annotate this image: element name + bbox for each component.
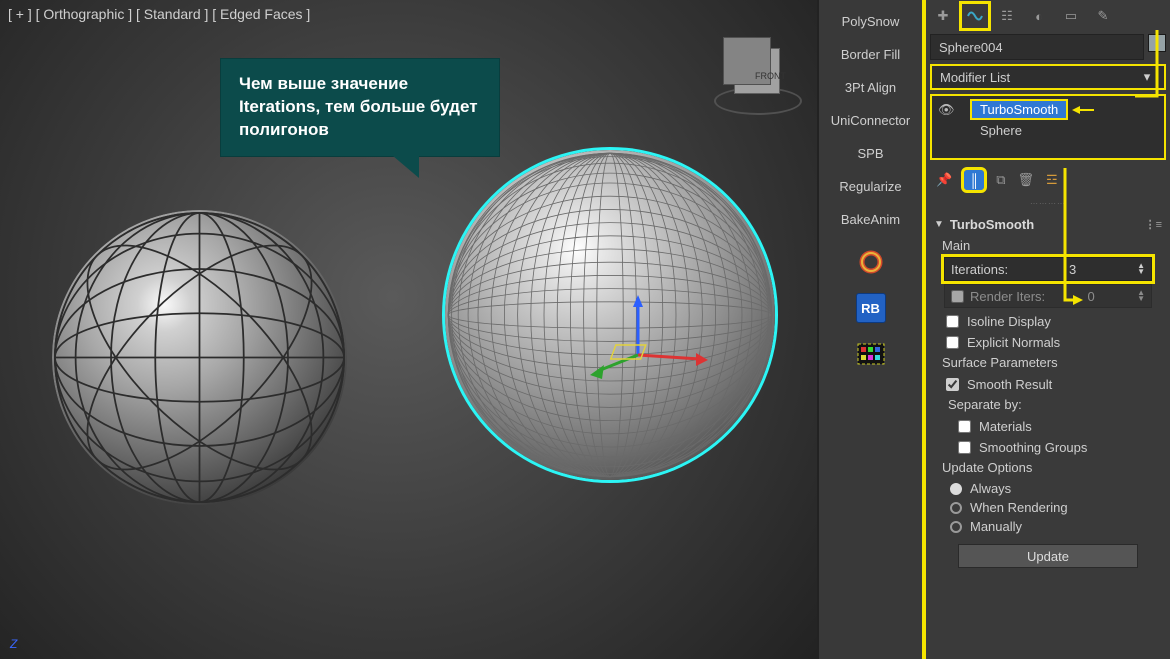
object-name-field[interactable] — [930, 34, 1144, 60]
tab-create[interactable]: ✚ — [930, 4, 956, 28]
viewport[interactable]: [ + ] [ Orthographic ] [ Standard ] [ Ed… — [0, 0, 818, 659]
pin-icon[interactable]: 📌 — [936, 172, 952, 188]
smooth-result-label: Smooth Result — [967, 377, 1052, 392]
explicit-normals-checkbox[interactable] — [946, 336, 959, 349]
rollout-header[interactable]: ▼ TurboSmooth ⋮≡ — [934, 213, 1162, 236]
sep-smgroups-label: Smoothing Groups — [979, 440, 1087, 455]
spinner-arrows-icon[interactable]: ▲▼ — [1137, 290, 1145, 302]
viewcube-label: FRONT — [755, 71, 786, 81]
tab-motion[interactable]: ◐ — [1026, 4, 1052, 28]
stack-toolbar: 📌 ║ ⧉ 🗑 ☲ — [930, 164, 1166, 196]
tab-hierarchy[interactable]: ☷ — [994, 4, 1020, 28]
spinner-arrows-icon[interactable]: ▲▼ — [1137, 263, 1145, 275]
viewport-label[interactable]: [ + ] [ Orthographic ] [ Standard ] [ Ed… — [8, 6, 310, 22]
update-always-label: Always — [970, 481, 1011, 496]
separate-by-label: Separate by: — [948, 397, 1162, 412]
explicit-normals-check[interactable]: Explicit Normals — [934, 332, 1162, 353]
smooth-result-check[interactable]: Smooth Result — [934, 374, 1162, 395]
iterations-label: Iterations: — [951, 262, 1008, 277]
tool-donut-icon[interactable] — [856, 247, 886, 277]
tool-regularize[interactable]: Regularize — [825, 175, 917, 198]
stack-item-turbosmooth[interactable]: 👁 TurboSmooth — [936, 100, 1160, 119]
tool-uniconnector[interactable]: UniConnector — [825, 109, 917, 132]
isoline-check[interactable]: Isoline Display — [934, 311, 1162, 332]
tab-display[interactable]: ▭ — [1058, 4, 1084, 28]
tool-polysnow[interactable]: PolySnow — [825, 10, 917, 33]
update-always-radio[interactable]: Always — [934, 479, 1162, 498]
smooth-result-checkbox[interactable] — [946, 378, 959, 391]
show-end-result-icon[interactable]: ║ — [964, 170, 984, 190]
explicit-normals-label: Explicit Normals — [967, 335, 1060, 350]
render-iters-label: Render Iters: — [970, 289, 1045, 304]
command-tabs: ✚ ☷ ◐ ▭ ✎ — [930, 2, 1166, 30]
modifier-list-label: Modifier List — [940, 70, 1010, 85]
sep-materials-check[interactable]: Materials — [934, 416, 1162, 437]
sep-smgroups-checkbox[interactable] — [958, 441, 971, 454]
tab-modify[interactable] — [962, 4, 988, 28]
group-surface: Surface Parameters — [942, 355, 1162, 370]
world-axis-icon: Z — [10, 637, 17, 651]
tool-spb[interactable]: SPB — [825, 142, 917, 165]
script-toolbar: PolySnow Border Fill 3Pt Align UniConnec… — [818, 0, 926, 659]
tool-rb-icon[interactable]: RB — [856, 293, 886, 323]
modifier-list-dropdown[interactable]: Modifier List ▾ — [930, 64, 1166, 90]
sep-materials-checkbox[interactable] — [958, 420, 971, 433]
rollout-turbosmooth: ▼ TurboSmooth ⋮≡ Main Iterations: 3 ▲▼ R… — [930, 211, 1166, 574]
stack-item-label: Sphere — [972, 122, 1030, 139]
tab-utilities[interactable]: ✎ — [1090, 4, 1116, 28]
object-name-input[interactable] — [939, 40, 1135, 55]
make-unique-icon[interactable]: ⧉ — [996, 172, 1005, 188]
group-main: Main — [942, 238, 1162, 253]
update-button[interactable]: Update — [958, 544, 1138, 568]
modifier-stack[interactable]: 👁 TurboSmooth Sphere — [930, 94, 1166, 160]
sphere-turbosmooth[interactable] — [445, 150, 775, 480]
tool-3pt-align[interactable]: 3Pt Align — [825, 76, 917, 99]
update-manually-radio[interactable]: Manually — [934, 517, 1162, 536]
command-panel: ✚ ☷ ◐ ▭ ✎ Modifier List ▾ 👁 TurboSmooth — [926, 0, 1170, 659]
sphere-lowpoly[interactable] — [52, 210, 347, 505]
iterations-spinner[interactable]: Iterations: 3 ▲▼ — [944, 257, 1152, 281]
panel-grip[interactable] — [930, 200, 1166, 207]
render-iters-checkbox[interactable] — [951, 290, 964, 303]
isoline-checkbox[interactable] — [946, 315, 959, 328]
annotation-callout: Чем выше значение Iterations, тем больше… — [220, 58, 500, 157]
remove-modifier-icon[interactable]: 🗑 — [1017, 172, 1034, 188]
rollout-title: TurboSmooth — [950, 217, 1034, 232]
arrow-left-icon — [1072, 104, 1094, 116]
update-when-rendering-radio[interactable]: When Rendering — [934, 498, 1162, 517]
group-update: Update Options — [942, 460, 1162, 475]
tool-borderfill[interactable]: Border Fill — [825, 43, 917, 66]
viewcube[interactable]: FRONT — [720, 40, 795, 115]
stack-item-sphere[interactable]: Sphere — [936, 121, 1160, 140]
stack-item-label: TurboSmooth — [972, 101, 1066, 118]
iterations-value[interactable]: 3 — [1055, 262, 1091, 277]
chevron-down-icon[interactable]: ▾ — [1138, 69, 1156, 85]
sep-smgroups-check[interactable]: Smoothing Groups — [934, 437, 1162, 458]
configure-sets-icon[interactable]: ☲ — [1046, 172, 1058, 188]
render-iters-spinner[interactable]: Render Iters: 0 ▲▼ — [944, 284, 1152, 308]
update-manually-label: Manually — [970, 519, 1022, 534]
rollout-menu-icon[interactable]: ⋮≡ — [1145, 218, 1162, 231]
render-iters-value: 0 — [1073, 289, 1109, 304]
isoline-label: Isoline Display — [967, 314, 1051, 329]
update-when-rendering-label: When Rendering — [970, 500, 1068, 515]
visibility-toggle-icon[interactable]: 👁 — [938, 102, 954, 118]
object-color-swatch[interactable] — [1148, 34, 1166, 52]
sep-materials-label: Materials — [979, 419, 1032, 434]
collapse-icon[interactable]: ▼ — [934, 219, 944, 230]
tool-bakeanim[interactable]: BakeAnim — [825, 208, 917, 231]
tool-palette-icon[interactable] — [856, 339, 886, 369]
